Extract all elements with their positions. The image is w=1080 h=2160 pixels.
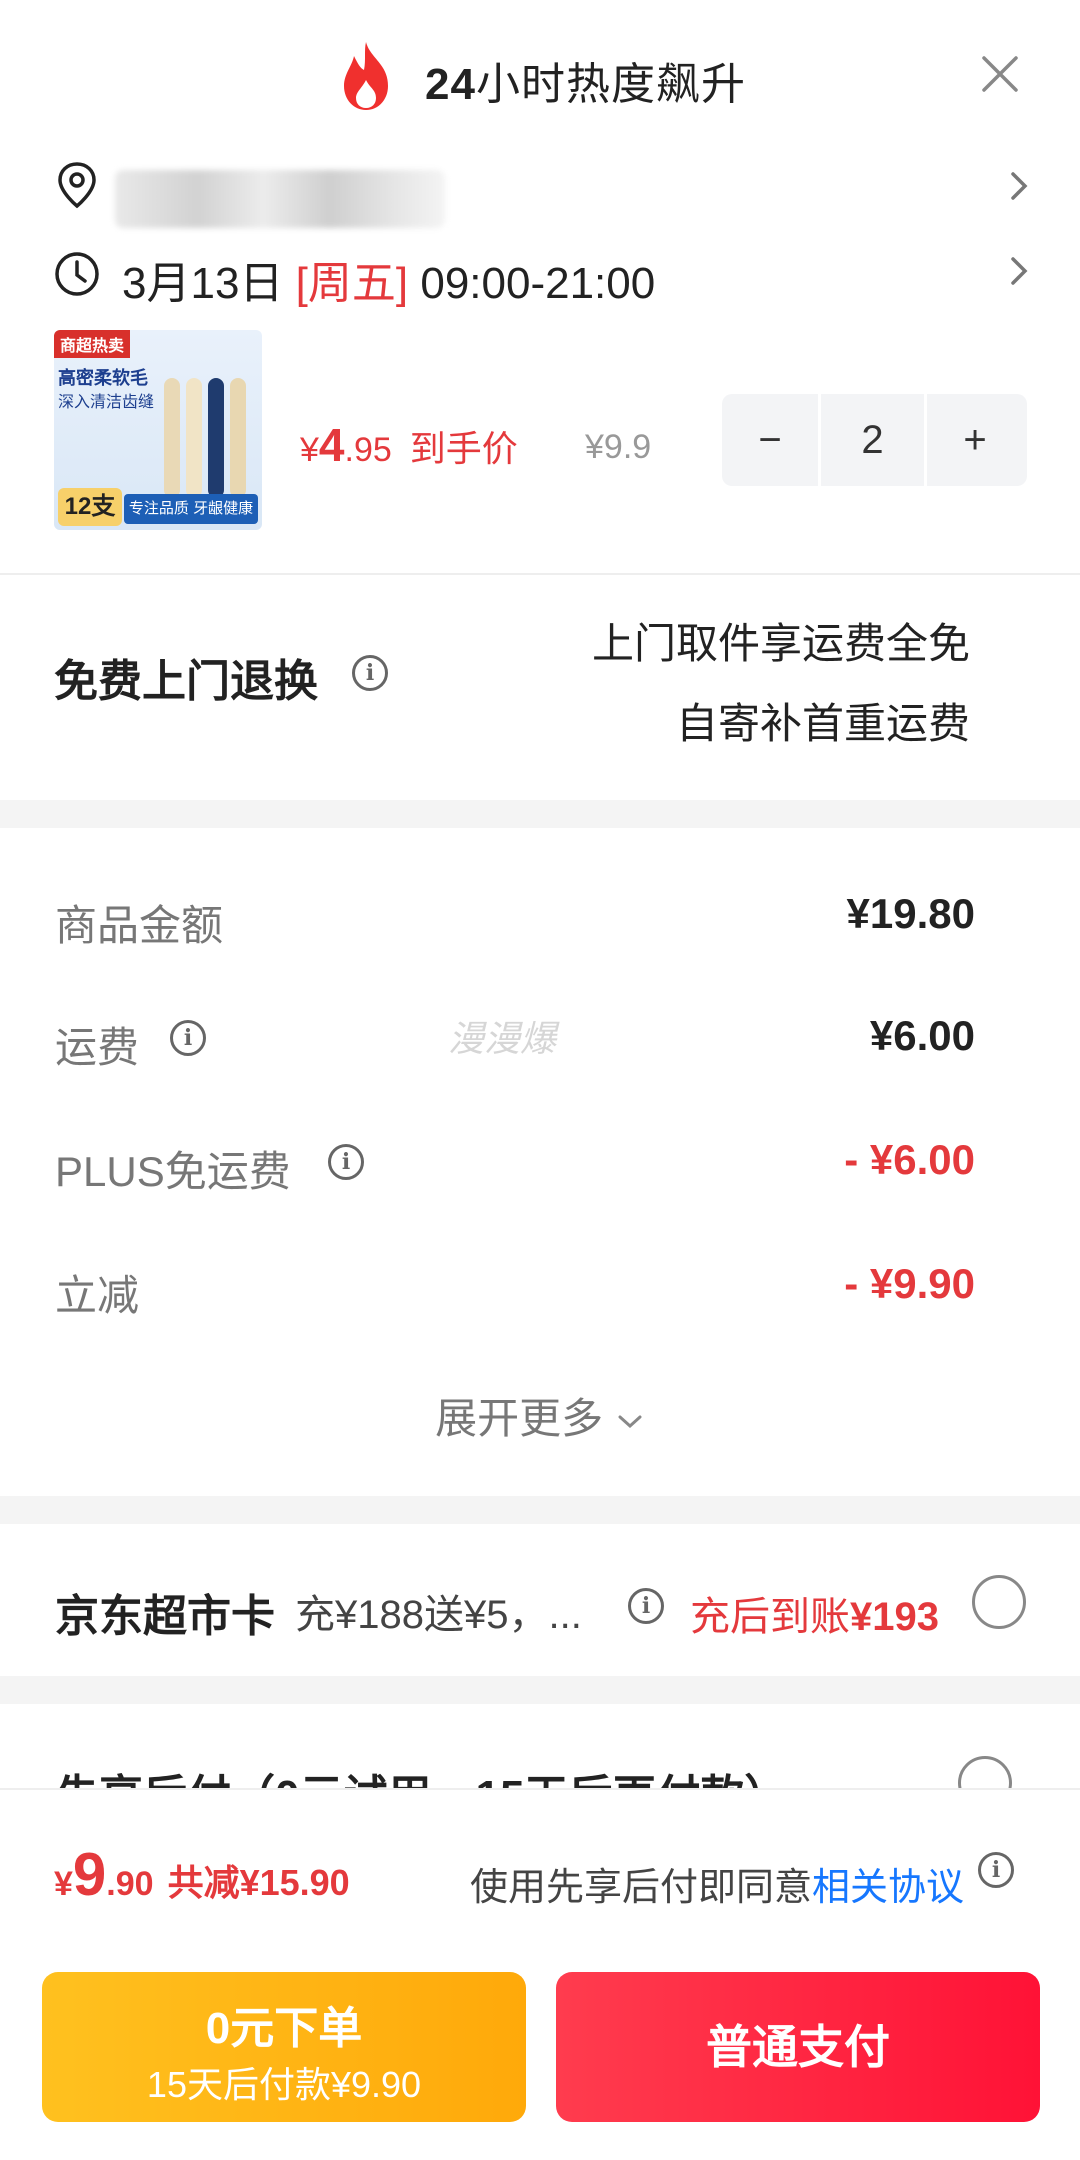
flame-icon xyxy=(344,42,388,110)
card-arrival: 充后到账¥193 xyxy=(690,1595,939,1639)
toothbrush xyxy=(164,378,180,498)
section-gap xyxy=(0,1676,1080,1704)
info-icon[interactable]: i xyxy=(170,1020,206,1056)
agreement-link[interactable]: 相关协议 xyxy=(812,1867,964,1909)
summary-row-plus-shipping: PLUS免运费 i - ¥6.00 xyxy=(55,1136,975,1195)
summary-row-goods: 商品金额 ¥19.80 xyxy=(55,890,975,949)
original-price: ¥9.9 xyxy=(585,428,652,466)
toothbrush xyxy=(208,378,224,498)
watermark: 漫漫爆 xyxy=(448,1018,557,1059)
chevron-right-icon xyxy=(1011,172,1028,200)
total-price: ¥9.90 共减¥15.90 xyxy=(54,1841,350,1908)
info-icon[interactable]: i xyxy=(328,1144,364,1180)
normal-pay-button[interactable]: 普通支付 xyxy=(556,1972,1040,2122)
summary-row-instant-discount: 立减 - ¥9.90 xyxy=(55,1260,975,1319)
header: 24小时热度飙升 xyxy=(0,0,1080,155)
info-icon[interactable]: i xyxy=(352,655,388,691)
chevron-right-icon xyxy=(1011,257,1028,285)
increment-button[interactable]: + xyxy=(927,394,1023,486)
zero-order-button[interactable]: 0元下单 15天后付款¥9.90 xyxy=(42,1972,526,2122)
free-return-title: 免费上门退换 xyxy=(54,657,318,706)
clock-icon xyxy=(55,252,99,296)
card-promo: 充¥188送¥5，... xyxy=(295,1593,582,1637)
return-line-1: 上门取件享运费全免 xyxy=(591,620,970,667)
delivery-time-row[interactable]: 3月13日 [周五] 09:00-21:00 xyxy=(0,235,1080,315)
toothbrush xyxy=(230,378,246,498)
chevron-down-icon xyxy=(618,1415,642,1428)
close-icon[interactable] xyxy=(978,52,1022,96)
section-gap xyxy=(0,1496,1080,1524)
supermarket-card-title: 京东超市卡 xyxy=(55,1592,275,1641)
info-icon[interactable]: i xyxy=(628,1588,664,1624)
agreement-text: 使用先享后付即同意相关协议 xyxy=(470,1867,965,1909)
quantity-stepper[interactable]: − 2 + xyxy=(722,394,1027,486)
decrement-button[interactable]: − xyxy=(722,394,818,486)
info-icon[interactable]: i xyxy=(978,1852,1014,1888)
quantity-value[interactable]: 2 xyxy=(818,394,927,486)
expand-more-button[interactable]: 展开更多 xyxy=(0,1385,1080,1446)
product-image[interactable]: 商超热卖 高密柔软毛 深入清洁齿缝 12支 专注品质 牙龈健康 xyxy=(54,330,262,530)
location-pin-icon xyxy=(58,162,96,209)
blurred-address xyxy=(115,170,445,228)
toothbrush xyxy=(186,378,202,498)
return-line-2: 自寄补首重运费 xyxy=(675,700,970,747)
address-row[interactable] xyxy=(0,150,1080,230)
card-radio[interactable] xyxy=(972,1575,1026,1629)
final-price: ¥4.95 到手价 xyxy=(300,419,518,471)
divider xyxy=(0,573,1080,575)
checkout-footer: ¥9.90 共减¥15.90 使用先享后付即同意相关协议 i 0元下单 15天后付… xyxy=(0,1788,1080,2160)
section-gap xyxy=(0,800,1080,828)
delivery-time: 3月13日 [周五] 09:00-21:00 xyxy=(122,259,656,308)
page-title: 24小时热度飙升 xyxy=(425,60,746,109)
